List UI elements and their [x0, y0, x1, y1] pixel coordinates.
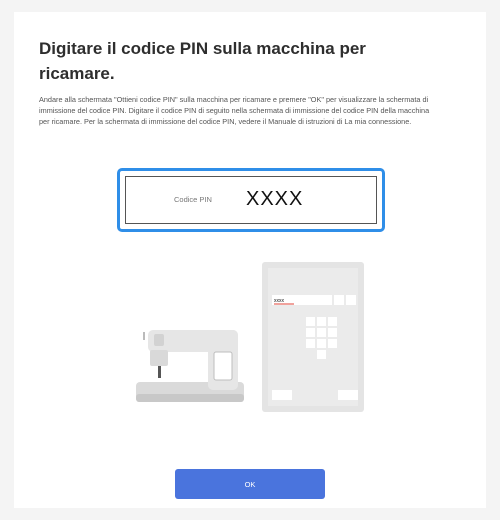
pin-display: Codice PIN XXXX — [117, 168, 385, 232]
ok-button[interactable]: OK — [175, 469, 325, 499]
sewing-machine-icon — [136, 330, 244, 402]
dialog-description: Andare alla schermata "Ottieni codice PI… — [39, 95, 430, 126]
screen-code-text: xxxx — [274, 298, 285, 304]
pin-display-inner: Codice PIN XXXX — [125, 176, 377, 224]
pin-label: Codice PIN — [174, 195, 212, 204]
pin-value: XXXX — [246, 188, 304, 210]
dialog-title: Digitare il codice PIN sulla macchina pe… — [39, 39, 366, 83]
dialog-panel: Digitare il codice PIN sulla macchina pe… — [14, 12, 486, 508]
pin-entry-screen-icon: xxxx — [262, 262, 364, 412]
